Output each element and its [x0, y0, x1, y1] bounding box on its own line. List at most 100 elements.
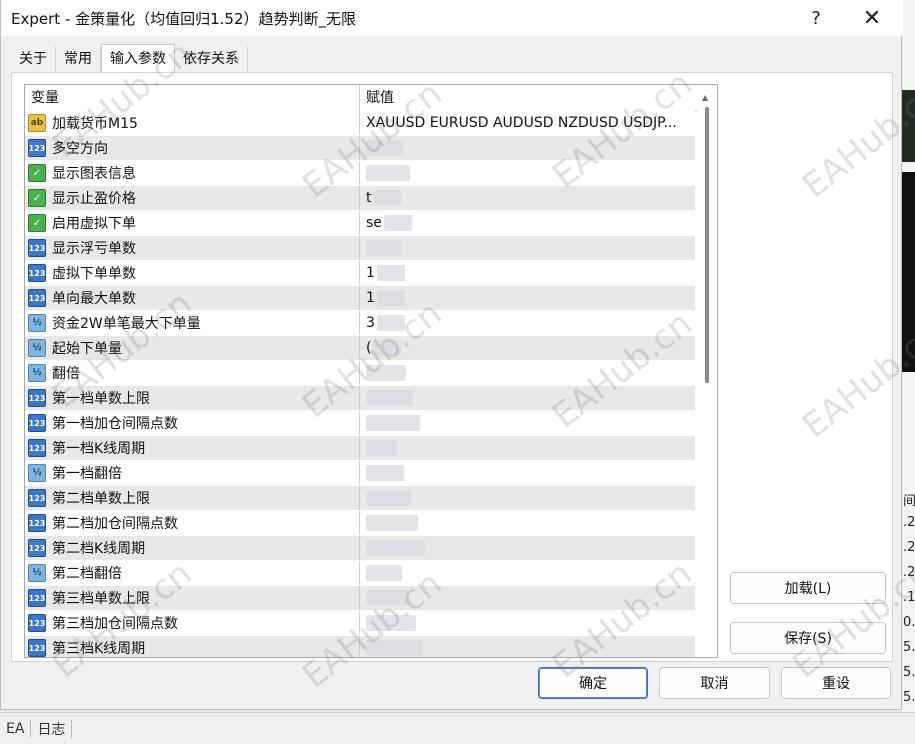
variable-cell[interactable]: 123 第二档单数上限 [25, 486, 360, 510]
table-row[interactable]: ½ 第一档翻倍 [25, 461, 695, 486]
column-header-variable[interactable]: 变量 [25, 85, 360, 111]
variable-cell[interactable]: ½ 第二档翻倍 [25, 561, 360, 585]
variable-name: 第二档K线周期 [52, 541, 146, 557]
tab-dependencies[interactable]: 依存关系 [175, 46, 248, 72]
table-row[interactable]: 123 第一档加仓间隔点数 [25, 411, 695, 436]
variable-name: 显示图表信息 [52, 166, 136, 182]
redacted-value [366, 365, 406, 381]
variable-cell[interactable]: 123 多空方向 [25, 136, 360, 160]
title-bar[interactable]: Expert - 金策量化（均值回归1.52）趋势判断_无限 ? ✕ [1, 0, 903, 36]
variable-cell[interactable]: ✓ 显示图表信息 [25, 161, 360, 185]
value-cell[interactable] [360, 586, 695, 610]
value-cell[interactable]: t [360, 186, 695, 210]
value-cell[interactable] [360, 361, 695, 385]
redacted-value [366, 565, 402, 581]
table-row[interactable]: ✓ 显示止盈价格 t [25, 186, 695, 211]
cancel-button[interactable]: 取消 [659, 667, 770, 699]
table-row[interactable]: ✓ 显示图表信息 [25, 161, 695, 186]
tab-inputs[interactable]: 输入参数 [101, 44, 175, 73]
status-tab-ea[interactable]: EA [0, 721, 30, 737]
variable-cell[interactable]: 123 显示浮亏单数 [25, 236, 360, 260]
reset-button[interactable]: 重设 [781, 667, 891, 699]
redacted-value [366, 490, 411, 506]
value-cell[interactable]: se [360, 211, 695, 235]
table-row[interactable]: 123 单向最大单数 1 [25, 286, 695, 311]
table-row[interactable]: 123 第一档K线周期 [25, 436, 695, 461]
value-cell[interactable] [360, 611, 695, 635]
status-tab-log[interactable]: 日志 [31, 719, 71, 739]
variable-cell[interactable]: 123 第三档加仓间隔点数 [25, 611, 360, 635]
redacted-value [366, 640, 423, 656]
table-row[interactable]: 123 第一档单数上限 [25, 386, 695, 411]
column-header-value[interactable]: 赋值 [360, 85, 697, 111]
variable-cell[interactable]: 123 第一档单数上限 [25, 386, 360, 410]
value-cell[interactable] [360, 536, 695, 560]
save-button[interactable]: 保存(S) [730, 622, 886, 654]
variable-name: 单向最大单数 [52, 291, 136, 307]
variable-cell[interactable]: ½ 第一档翻倍 [25, 461, 360, 485]
redacted-value [366, 240, 401, 256]
variable-cell[interactable]: 123 第一档K线周期 [25, 436, 360, 460]
variable-cell[interactable]: 123 第二档K线周期 [25, 536, 360, 560]
table-row[interactable]: 123 第三档K线周期 [25, 636, 695, 657]
variable-cell[interactable]: 123 单向最大单数 [25, 286, 360, 310]
value-cell[interactable] [360, 161, 695, 185]
table-row[interactable]: 123 第二档单数上限 [25, 486, 695, 511]
variable-name: 第三档加仓间隔点数 [52, 616, 178, 632]
table-row[interactable]: ½ 起始下单量 ( [25, 336, 695, 361]
background-number: 5.1 [903, 690, 915, 705]
tab-about[interactable]: 关于 [11, 46, 56, 72]
table-row[interactable]: ½ 资金2W单笔最大下单量 3 [25, 311, 695, 336]
status-separator [71, 719, 73, 738]
variable-name: 第二档单数上限 [52, 491, 150, 507]
variable-cell[interactable]: ½ 起始下单量 [25, 336, 360, 360]
value-cell[interactable] [360, 561, 695, 585]
variable-cell[interactable]: ab 加载货币M15 [25, 111, 360, 135]
help-button[interactable]: ? [791, 0, 841, 36]
variable-cell[interactable]: 123 第二档加仓间隔点数 [25, 511, 360, 535]
variable-cell[interactable]: 123 第三档单数上限 [25, 586, 360, 610]
integer-type-icon: 123 [28, 239, 46, 257]
table-row[interactable]: 123 多空方向 [25, 136, 695, 161]
value-cell[interactable] [360, 236, 695, 260]
table-row[interactable]: 123 虚拟下单单数 1 [25, 261, 695, 286]
value-cell[interactable] [360, 486, 695, 510]
close-button[interactable]: ✕ [847, 0, 897, 36]
table-row[interactable]: 123 第二档K线周期 [25, 536, 695, 561]
table-row[interactable]: ✓ 启用虚拟下单 se [25, 211, 695, 236]
table-row[interactable]: ab 加载货币M15 XAUUSD EURUSD AUDUSD NZDUSD USD… [25, 111, 695, 136]
value-cell[interactable]: 3 [360, 311, 695, 335]
value-cell[interactable] [360, 136, 695, 160]
table-row[interactable]: 123 第三档单数上限 [25, 586, 695, 611]
variable-cell[interactable]: 123 虚拟下单单数 [25, 261, 360, 285]
value-cell[interactable] [360, 436, 695, 460]
value-cell[interactable] [360, 411, 695, 435]
integer-type-icon: 123 [28, 389, 46, 407]
value-cell[interactable]: XAUUSD EURUSD AUDUSD NZDUSD USDJP... [360, 111, 695, 135]
value-cell[interactable] [360, 511, 695, 535]
ok-button[interactable]: 确定 [538, 667, 648, 699]
table-row[interactable]: ½ 翻倍 [25, 361, 695, 386]
variable-name: 加载货币M15 [52, 116, 138, 132]
load-button[interactable]: 加载(L) [730, 572, 886, 604]
variable-cell[interactable]: ½ 资金2W单笔最大下单量 [25, 311, 360, 335]
variable-cell[interactable]: ✓ 显示止盈价格 [25, 186, 360, 210]
value-cell[interactable] [360, 636, 695, 657]
table-row[interactable]: 123 第二档加仓间隔点数 [25, 511, 695, 536]
variable-cell[interactable]: ✓ 启用虚拟下单 [25, 211, 360, 235]
scroll-up-icon[interactable]: ▲ [702, 93, 708, 102]
table-row[interactable]: ½ 第二档翻倍 [25, 561, 695, 586]
variable-cell[interactable]: ½ 翻倍 [25, 361, 360, 385]
scrollbar-thumb[interactable] [705, 107, 709, 383]
value-cell[interactable]: 1 [360, 286, 695, 310]
value-cell[interactable]: ( [360, 336, 695, 360]
value-cell[interactable]: 1 [360, 261, 695, 285]
variable-cell[interactable]: 123 第三档K线周期 [25, 636, 360, 657]
table-row[interactable]: 123 显示浮亏单数 [25, 236, 695, 261]
tab-common[interactable]: 常用 [56, 46, 101, 72]
value-cell[interactable] [360, 386, 695, 410]
variable-cell[interactable]: 123 第一档加仓间隔点数 [25, 411, 360, 435]
grid-scrollbar[interactable]: ▲ [697, 85, 717, 657]
value-cell[interactable] [360, 461, 695, 485]
table-row[interactable]: 123 第三档加仓间隔点数 [25, 611, 695, 636]
